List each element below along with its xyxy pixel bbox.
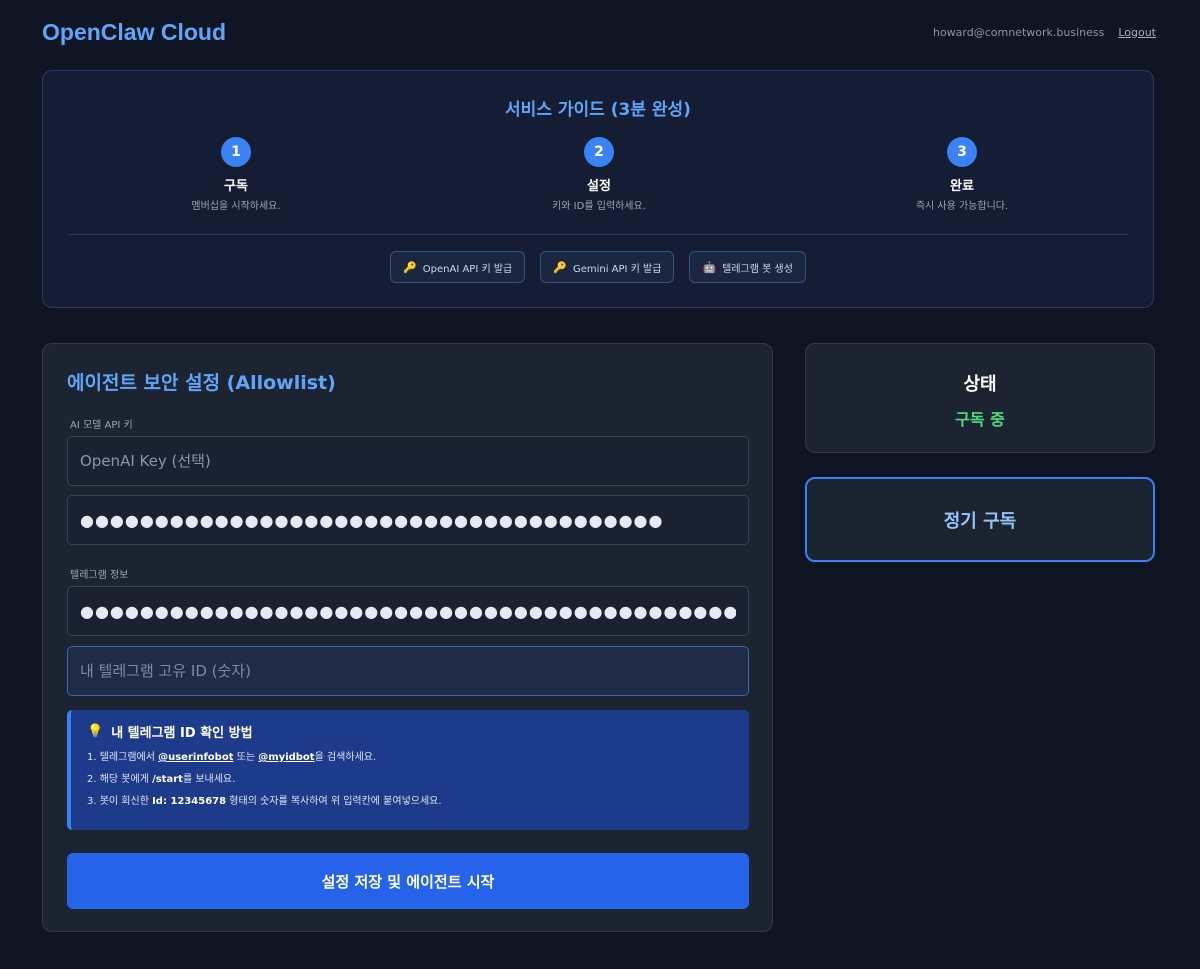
logout-link[interactable]: Logout bbox=[1118, 26, 1156, 39]
telegram-id-help-box: 💡 내 텔레그램 ID 확인 방법 1. 텔레그램에서 @userinfobot… bbox=[67, 710, 749, 830]
help-line-1: 1. 텔레그램에서 @userinfobot 또는 @myidbot을 검색하세… bbox=[87, 748, 733, 763]
help-line-3: 3. 봇이 회신한 Id: 12345678 형태의 숫자를 복사하여 위 입력… bbox=[87, 792, 733, 807]
step-number-1: 1 bbox=[221, 137, 251, 167]
api-key-label: AI 모델 API 키 bbox=[70, 420, 133, 431]
openai-key-input[interactable] bbox=[67, 436, 749, 486]
status-title: 상태 bbox=[963, 374, 997, 395]
status-value: 구독 중 bbox=[955, 410, 1005, 429]
step-desc-3: 즉시 사용 가능합니다. bbox=[915, 201, 1009, 212]
openai-key-link-button[interactable]: 🔑 OpenAI API 키 발급 bbox=[390, 251, 526, 283]
telegram-bot-token-input[interactable] bbox=[67, 586, 749, 636]
text: 또는 bbox=[233, 752, 259, 763]
header: OpenClaw Cloud howard@comnetwork.busines… bbox=[42, 14, 1156, 50]
text: 를 보내세요. bbox=[182, 774, 236, 785]
guide-step-1: 1 구독 멤버십을 시작하세요. bbox=[106, 137, 366, 212]
help-title-text: 내 텔레그램 ID 확인 방법 bbox=[111, 726, 253, 741]
subscription-button[interactable]: 정기 구독 bbox=[805, 477, 1155, 562]
help-title: 💡 내 텔레그램 ID 확인 방법 bbox=[87, 722, 733, 741]
user-email: howard@comnetwork.business bbox=[932, 25, 1105, 39]
text: 형태의 숫자를 복사하여 위 입력칸에 붙여넣으세요. bbox=[226, 796, 442, 807]
key-icon: 🔑 bbox=[403, 260, 417, 274]
service-guide-card: 서비스 가이드 (3분 완성) 1 구독 멤버십을 시작하세요. 2 설정 키와… bbox=[42, 70, 1154, 308]
text: 2. 해당 봇에게 bbox=[87, 774, 153, 785]
lightbulb-icon: 💡 bbox=[87, 724, 104, 739]
help-line-2: 2. 해당 봇에게 /start를 보내세요. bbox=[87, 770, 733, 785]
userinfobot-link[interactable]: @userinfobot bbox=[158, 752, 233, 763]
text: 3. 봇이 회신한 bbox=[87, 796, 153, 807]
brand-logo[interactable]: OpenClaw Cloud bbox=[42, 19, 226, 46]
step-number-3: 3 bbox=[947, 137, 977, 167]
myidbot-link[interactable]: @myidbot bbox=[258, 752, 314, 763]
status-card: 상태 구독 중 bbox=[805, 343, 1155, 453]
link-label: 텔레그램 봇 생성 bbox=[722, 263, 793, 275]
id-example: Id: 12345678 bbox=[152, 796, 227, 807]
telegram-bot-link-button[interactable]: 🤖 텔레그램 봇 생성 bbox=[689, 251, 806, 283]
start-command: /start bbox=[152, 774, 183, 785]
guide-step-3: 3 완료 즉시 사용 가능합니다. bbox=[832, 137, 1092, 212]
guide-title: 서비스 가이드 (3분 완성) bbox=[505, 100, 691, 120]
step-title-2: 설정 bbox=[587, 179, 611, 194]
telegram-info-label: 텔레그램 정보 bbox=[70, 570, 129, 581]
text: 1. 텔레그램에서 bbox=[87, 752, 159, 763]
gemini-key-input[interactable] bbox=[67, 495, 749, 545]
guide-divider bbox=[68, 234, 1128, 235]
guide-step-2: 2 설정 키와 ID를 입력하세요. bbox=[469, 137, 729, 212]
text: 을 검색하세요. bbox=[314, 752, 377, 763]
save-and-start-button[interactable]: 설정 저장 및 에이전트 시작 bbox=[67, 853, 749, 909]
panel-title: 에이전트 보안 설정 (Allowlist) bbox=[67, 372, 336, 394]
user-box: howard@comnetwork.business Logout bbox=[933, 26, 1156, 39]
gemini-key-link-button[interactable]: 🔑 Gemini API 키 발급 bbox=[540, 251, 675, 283]
link-label: Gemini API 키 발급 bbox=[572, 263, 662, 275]
telegram-id-input[interactable] bbox=[67, 646, 749, 696]
security-settings-panel: 에이전트 보안 설정 (Allowlist) AI 모델 API 키 텔레그램 … bbox=[42, 343, 773, 932]
step-title-3: 완료 bbox=[950, 179, 974, 194]
robot-icon: 🤖 bbox=[702, 260, 717, 274]
link-label: OpenAI API 키 발급 bbox=[422, 263, 513, 275]
key-icon: 🔑 bbox=[553, 260, 567, 274]
step-desc-2: 키와 ID를 입력하세요. bbox=[552, 201, 646, 212]
step-number-2: 2 bbox=[584, 137, 614, 167]
guide-links: 🔑 OpenAI API 키 발급 🔑 Gemini API 키 발급 🤖 텔레… bbox=[43, 251, 1153, 283]
step-title-1: 구독 bbox=[224, 179, 248, 194]
step-desc-1: 멤버십을 시작하세요. bbox=[191, 201, 281, 212]
